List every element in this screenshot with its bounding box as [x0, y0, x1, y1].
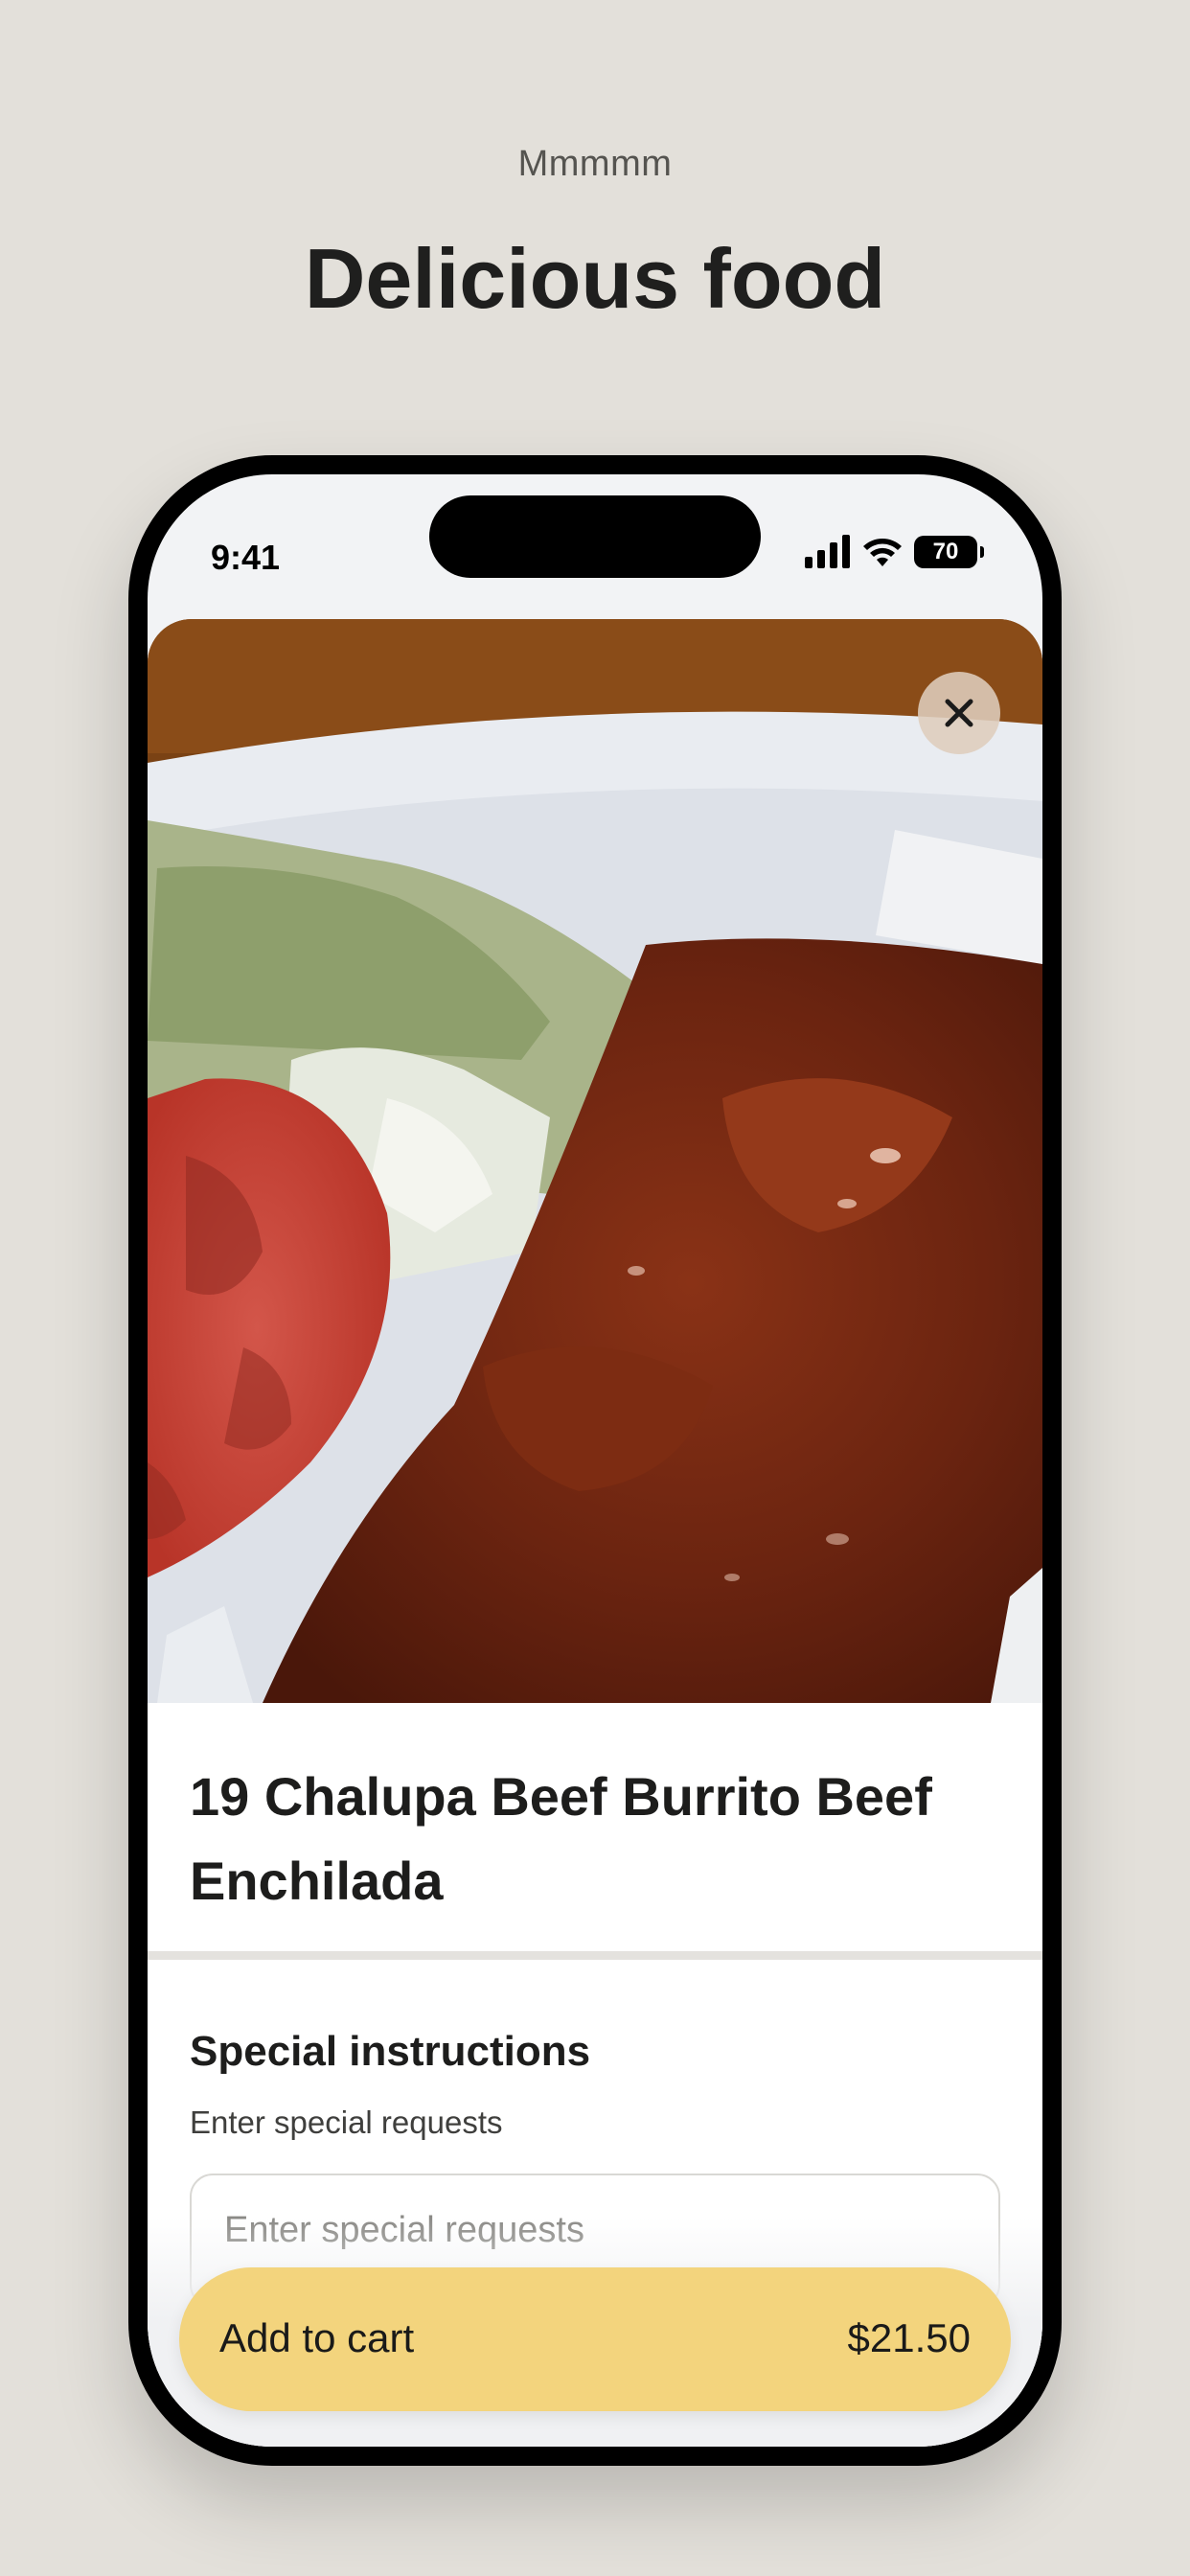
promo-page: Mmmmm Delicious food 9:41 70 19 Chalupa …	[0, 0, 1190, 2576]
special-instructions-subtitle: Enter special requests	[190, 2104, 503, 2140]
headline: Delicious food	[304, 231, 886, 326]
item-title: 19 Chalupa Beef Burrito Beef Enchilada	[190, 1766, 932, 1911]
add-to-cart-label: Add to cart	[219, 2315, 415, 2360]
battery-icon: 70	[914, 536, 984, 568]
item-sheet: 19 Chalupa Beef Burrito Beef Enchilada S…	[148, 619, 1042, 2447]
close-button[interactable]	[918, 672, 1000, 754]
close-icon	[945, 699, 973, 727]
wifi-icon	[863, 539, 902, 566]
status-time: 9:41	[211, 538, 281, 577]
special-instructions-title: Special instructions	[190, 2028, 591, 2075]
phone-frame: 9:41 70 19 Chalupa Beef Burrito Beef Enc…	[128, 455, 1062, 2466]
kicker-text: Mmmmm	[517, 144, 673, 184]
add-to-cart-button[interactable]: Add to cart $21.50	[179, 2267, 1011, 2411]
food-photo	[148, 619, 1042, 1703]
phone-screen: 9:41 70 19 Chalupa Beef Burrito Beef Enc…	[148, 474, 1042, 2447]
cart-price: $21.50	[847, 2315, 971, 2360]
dynamic-island	[429, 495, 761, 578]
status-icons: 70	[786, 532, 984, 580]
signal-icon	[805, 535, 850, 568]
section-divider	[148, 1951, 1042, 1960]
